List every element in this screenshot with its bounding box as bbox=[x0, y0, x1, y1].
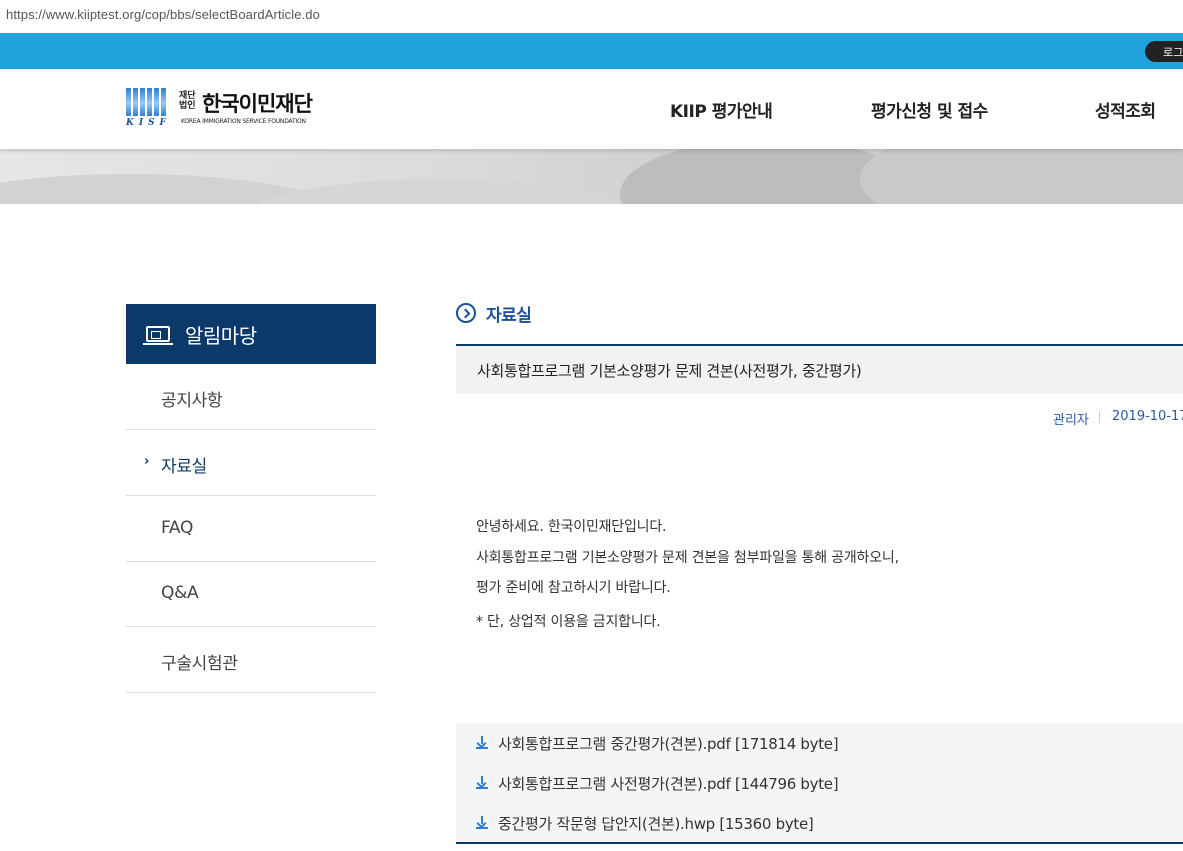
sidebar-item-label: Q&A bbox=[161, 583, 199, 603]
sub-visual-banner bbox=[0, 149, 1183, 204]
attachment-filename[interactable]: 사회통합프로그램 사전평가(견본).pdf [144796 byte] bbox=[498, 773, 839, 794]
chevron-right-icon: › bbox=[144, 454, 150, 469]
sidebar-item-label: FAQ bbox=[161, 518, 194, 538]
attachment-list: 사회통합프로그램 중간평가(견본).pdf [171814 byte] 사회통합… bbox=[456, 723, 1183, 844]
sidebar-item-label: 구술시험관 bbox=[161, 654, 238, 674]
circle-chevron-icon bbox=[456, 303, 476, 323]
attachment-item[interactable]: 중간평가 작문형 답안지(견본).hwp [15360 byte] bbox=[456, 803, 1183, 843]
section-title-text: 자료실 bbox=[486, 306, 532, 326]
sidebar-item-qna[interactable]: Q&A bbox=[126, 561, 376, 627]
attachment-filename[interactable]: 중간평가 작문형 답안지(견본).hwp [15360 byte] bbox=[498, 813, 814, 834]
kisf-logo-icon bbox=[126, 88, 168, 116]
sidebar-item-archive[interactable]: › 자료실 bbox=[126, 430, 376, 496]
nav-application[interactable]: 평가신청 및 접수 bbox=[871, 97, 988, 122]
sidebar-item-faq[interactable]: FAQ bbox=[126, 496, 376, 562]
nav-score-lookup[interactable]: 성적조회 bbox=[1095, 97, 1156, 122]
nav-kiip-guide[interactable]: KIIP 평가안내 bbox=[670, 97, 773, 122]
download-icon bbox=[476, 816, 488, 830]
sidebar-item-oral-exam[interactable]: 구술시험관 bbox=[126, 627, 376, 693]
logo-name: 한국이민재단 bbox=[202, 92, 313, 116]
download-icon bbox=[476, 736, 488, 750]
sidebar-title: 알림마당 bbox=[185, 324, 257, 348]
top-utility-bar bbox=[0, 33, 1183, 69]
site-logo[interactable]: KISF 재단 법인 한국이민재단 KOREA IMMIGRATION SERV… bbox=[126, 88, 326, 130]
sidebar-header: 알림마당 bbox=[126, 304, 376, 364]
logo-english-name: KOREA IMMIGRATION SERVICE FOUNDATION bbox=[181, 118, 306, 125]
sidebar-item-label: 자료실 bbox=[161, 457, 208, 477]
attachment-filename[interactable]: 사회통합프로그램 중간평가(견본).pdf [171814 byte] bbox=[498, 733, 839, 754]
login-label: 로그인 bbox=[1163, 46, 1183, 59]
url-text[interactable]: https://www.kiiptest.org/cop/bbs/selectB… bbox=[6, 7, 320, 22]
article-author: 관리자 bbox=[1053, 413, 1089, 428]
sidebar-item-notice[interactable]: 공지사항 bbox=[126, 364, 376, 430]
article-body-line: * 단, 상업적 이용을 금지합니다. bbox=[476, 614, 661, 630]
article-date: 2019-10-17 bbox=[1112, 409, 1183, 424]
site-header: KISF 재단 법인 한국이민재단 KOREA IMMIGRATION SERV… bbox=[0, 69, 1183, 149]
logo-small-text: 재단 법인 bbox=[179, 91, 196, 111]
attachment-item[interactable]: 사회통합프로그램 중간평가(견본).pdf [171814 byte] bbox=[456, 723, 1183, 763]
article-title-bar: 사회통합프로그램 기본소양평가 문제 견본(사전평가, 중간평가) bbox=[456, 344, 1183, 394]
attachment-item[interactable]: 사회통합프로그램 사전평가(견본).pdf [144796 byte] bbox=[456, 763, 1183, 803]
article-title: 사회통합프로그램 기본소양평가 문제 견본(사전평가, 중간평가) bbox=[477, 362, 862, 380]
board-icon bbox=[146, 326, 170, 342]
login-button[interactable]: 로그인 bbox=[1145, 41, 1183, 62]
logo-mark-text: KISF bbox=[126, 118, 171, 128]
article-body-line: 평가 준비에 참고하시기 바랍니다. bbox=[476, 580, 671, 596]
browser-address-bar[interactable]: https://www.kiiptest.org/cop/bbs/selectB… bbox=[0, 0, 1183, 32]
download-icon bbox=[476, 776, 488, 790]
sidebar-item-label: 공지사항 bbox=[161, 391, 223, 411]
article-body-line: 안녕하세요. 한국이민재단입니다. bbox=[476, 519, 667, 535]
article-body-line: 사회통합프로그램 기본소양평가 문제 견본을 첨부파일을 통해 공개하오니, bbox=[476, 550, 899, 566]
meta-divider bbox=[1099, 411, 1100, 423]
